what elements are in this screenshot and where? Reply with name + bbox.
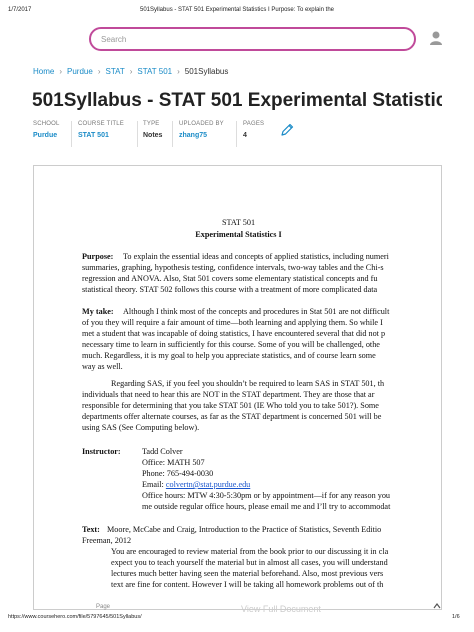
meta-pages: PAGES 4 — [243, 121, 264, 139]
search-input[interactable] — [99, 34, 403, 45]
doc-heading-title: Experimental Statistics I — [195, 230, 282, 239]
take-line: necessary time to learn in sufficiently … — [82, 340, 380, 349]
email-label: Email: — [142, 480, 166, 489]
sas-line: using SAS (See Computing below). — [82, 423, 200, 432]
page-label: Page — [96, 604, 111, 610]
meta-type-label: TYPE — [143, 121, 160, 127]
user-icon[interactable] — [428, 30, 444, 46]
breadcrumb-course[interactable]: STAT 501 — [137, 67, 172, 76]
meta-divider — [236, 121, 237, 147]
document-preview: STAT 501 Experimental Statistics I Purpo… — [33, 165, 442, 610]
purpose-line: statistical theory. STAT 502 follows thi… — [82, 285, 378, 294]
take-line: Although I think most of the concepts an… — [123, 307, 390, 316]
text-line: lectures much better having seen the mat… — [111, 569, 384, 578]
purpose-line: regression and ANOVA. Also, Stat 501 cov… — [82, 274, 378, 283]
instructor-line: Email: colvertn@stat.purdue.edu — [142, 479, 250, 490]
chevron-up-icon[interactable] — [432, 601, 442, 611]
text-line: You are encouraged to review material fr… — [111, 547, 389, 556]
meta-pages-label: PAGES — [243, 121, 265, 127]
meta-uploaded-label: UPLOADED BY — [179, 121, 224, 127]
take-line: way as well. — [82, 362, 123, 371]
take-line: much. Regardless, it is my goal to help … — [82, 351, 376, 360]
meta-course-value[interactable]: STAT 501 — [78, 132, 124, 139]
text-line: Moore, McCabe and Craig, Introduction to… — [107, 525, 382, 534]
meta-pages-value: 4 — [243, 132, 247, 139]
doc-heading-course: STAT 501 — [221, 218, 256, 227]
breadcrumb-current: 501Syllabus — [184, 67, 229, 76]
instructor-line: Phone: 765-494-0030 — [142, 469, 214, 478]
breadcrumb-department[interactable]: STAT — [105, 67, 124, 76]
text-line: Freeman, 2012 — [82, 536, 132, 545]
purpose-line: To explain the essential ideas and conce… — [123, 252, 389, 261]
meta-course: COURSE TITLE STAT 501 — [78, 121, 124, 139]
meta-school-value[interactable]: Purdue — [33, 132, 60, 139]
text-label: Text: — [82, 525, 100, 534]
take-line: met a student that was incapable of doin… — [82, 329, 386, 338]
print-date: 1/7/2017 — [8, 7, 32, 13]
pencil-edit-icon[interactable] — [279, 122, 295, 138]
chevron-right-icon: › — [97, 67, 101, 76]
print-title: 501Syllabus - STAT 501 Experimental Stat… — [140, 7, 334, 13]
view-full-document-button[interactable]: View Full Document — [241, 604, 321, 614]
sas-line: departments offer alternate courses, as … — [82, 412, 382, 421]
text-line: expect you to teach yourself the materia… — [111, 558, 388, 567]
breadcrumb: Home › Purdue › STAT › STAT 501 › 501Syllabus — [33, 67, 228, 76]
take-line: of you they will require a fair amount o… — [82, 318, 383, 327]
chevron-right-icon: › — [129, 67, 133, 76]
instructor-line: Office: MATH 507 — [142, 458, 205, 467]
meta-divider — [172, 121, 173, 147]
take-label: My take: — [82, 307, 114, 316]
chevron-right-icon: › — [59, 67, 63, 76]
search-bar[interactable] — [89, 27, 416, 51]
meta-course-label: COURSE TITLE — [78, 121, 124, 127]
meta-uploaded-value[interactable]: zhang75 — [179, 132, 224, 139]
purpose-label: Purpose: — [82, 252, 114, 261]
meta-uploaded: UPLOADED BY zhang75 — [179, 121, 224, 139]
text-line: text are fine for content. However I wil… — [111, 580, 384, 589]
meta-type: TYPE Notes — [143, 121, 162, 139]
sas-line: individuals that need to hear this are N… — [82, 390, 375, 399]
document-page: STAT 501 Experimental Statistics I Purpo… — [34, 166, 441, 609]
print-header: 1/7/2017 501Syllabus - STAT 501 Experime… — [0, 0, 474, 18]
meta-divider — [71, 121, 72, 147]
print-footer-url: https://www.coursehero.com/file/5797645/… — [8, 614, 142, 620]
breadcrumb-home[interactable]: Home — [33, 67, 54, 76]
purpose-line: summaries, graphing, hypothesis testing,… — [82, 263, 384, 272]
sas-line: Regarding SAS, if you feel you shouldn’t… — [111, 379, 385, 388]
print-footer-page: 1/6 — [452, 614, 460, 620]
email-link[interactable]: colvertn@stat.purdue.edu — [166, 480, 250, 489]
sas-line: responsible for determining that you tak… — [82, 401, 379, 410]
instructor-line: me outside regular office hours, please … — [142, 502, 391, 511]
meta-school-label: SCHOOL — [33, 121, 60, 127]
meta-school: SCHOOL Purdue — [33, 121, 60, 139]
meta-type-value: Notes — [143, 132, 163, 139]
breadcrumb-school[interactable]: Purdue — [67, 67, 93, 76]
instructor-label: Instructor: — [82, 447, 121, 456]
chevron-right-icon: › — [177, 67, 180, 76]
meta-divider — [137, 121, 138, 147]
instructor-line: Office hours: MTW 4:30-5:30pm or by appo… — [142, 491, 391, 500]
page-title: 501Syllabus - STAT 501 Experimental Stat… — [32, 90, 442, 111]
instructor-line: Tadd Colver — [142, 447, 183, 456]
